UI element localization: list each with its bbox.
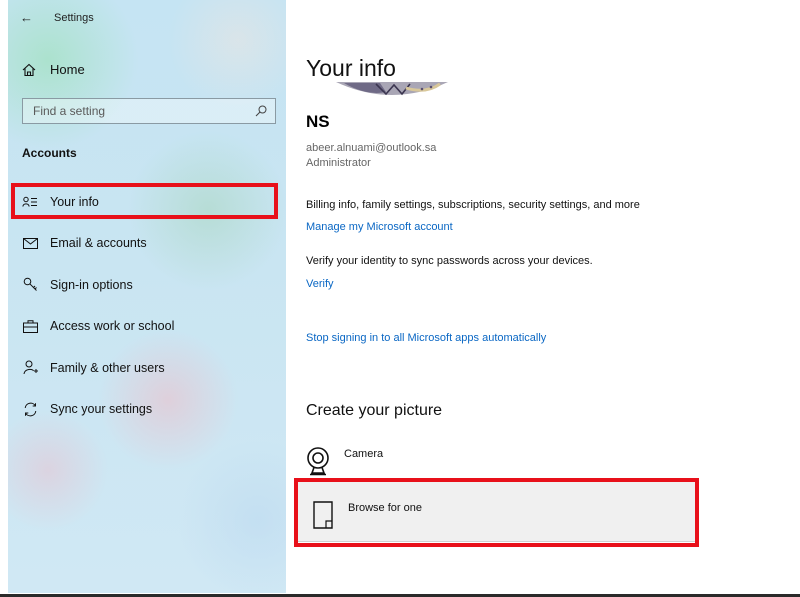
home-icon xyxy=(22,63,36,76)
sidebar-item-sync-settings[interactable]: Sync your settings xyxy=(8,389,286,431)
sidebar-item-family-users[interactable]: Family & other users xyxy=(8,347,286,389)
manage-account-link[interactable]: Manage my Microsoft account xyxy=(306,221,453,233)
avatar xyxy=(336,82,448,98)
person-add-icon xyxy=(22,360,38,376)
back-arrow-icon[interactable]: ← xyxy=(20,10,40,25)
stop-signing-in-link[interactable]: Stop signing in to all Microsoft apps au… xyxy=(306,332,546,344)
mail-icon xyxy=(22,235,38,251)
billing-description: Billing info, family settings, subscript… xyxy=(306,199,640,211)
selection-highlight xyxy=(11,183,278,219)
camera-label: Camera xyxy=(344,448,384,460)
search-box[interactable] xyxy=(22,98,276,124)
title-bar: ← Settings xyxy=(20,10,94,25)
camera-option[interactable]: Camera xyxy=(306,446,383,478)
sidebar-nav: Your info Email & accounts Sign-in optio… xyxy=(8,181,286,430)
briefcase-icon xyxy=(22,318,38,334)
main-content: Your info NS abeer.alnuami@outlook.sa Ad… xyxy=(286,0,800,597)
sidebar-item-label: Sign-in options xyxy=(50,277,133,292)
sync-icon xyxy=(22,401,38,417)
create-picture-heading: Create your picture xyxy=(306,402,443,419)
user-initials: NS xyxy=(306,112,330,131)
document-icon xyxy=(313,501,333,529)
search-icon[interactable] xyxy=(255,105,267,117)
camera-icon xyxy=(307,447,329,476)
sidebar-item-label: Sync your settings xyxy=(50,402,153,417)
verify-link[interactable]: Verify xyxy=(306,278,334,290)
user-email: abeer.alnuami@outlook.sa xyxy=(306,142,437,154)
sidebar-item-email-accounts[interactable]: Email & accounts xyxy=(8,223,286,265)
window-title: Settings xyxy=(54,11,94,24)
sidebar-item-label: Email & accounts xyxy=(50,236,147,251)
browse-label: Browse for one xyxy=(348,502,422,514)
sidebar-item-sign-in-options[interactable]: Sign-in options xyxy=(8,264,286,306)
key-icon xyxy=(22,277,38,293)
home-label: Home xyxy=(50,62,85,77)
search-input[interactable] xyxy=(33,104,233,118)
home-link[interactable]: Home xyxy=(22,62,85,77)
user-role: Administrator xyxy=(306,157,371,169)
sidebar-item-your-info[interactable]: Your info xyxy=(8,181,286,223)
section-title-accounts: Accounts xyxy=(22,146,77,160)
page-title: Your info xyxy=(306,55,396,81)
sidebar-item-label: Access work or school xyxy=(50,319,175,334)
sidebar: ← Settings Home Accounts Your info xyxy=(8,0,286,593)
verify-description: Verify your identity to sync passwords a… xyxy=(306,255,593,267)
sidebar-item-label: Family & other users xyxy=(50,360,165,375)
browse-for-one-button[interactable]: Browse for one xyxy=(296,480,696,542)
sidebar-item-access-work[interactable]: Access work or school xyxy=(8,306,286,348)
